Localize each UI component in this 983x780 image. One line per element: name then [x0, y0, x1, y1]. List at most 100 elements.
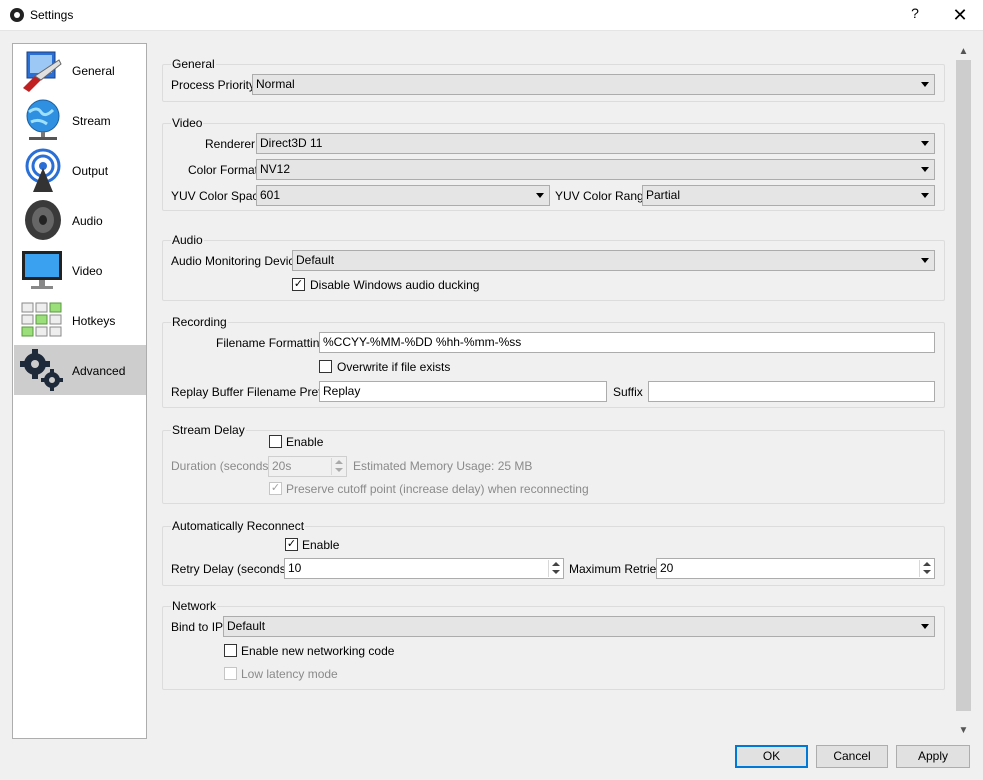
suffix-input[interactable]	[648, 381, 935, 402]
spin-arrows-icon[interactable]	[548, 560, 562, 577]
scroll-down-icon[interactable]: ▼	[955, 722, 972, 739]
overwrite-checkbox[interactable]	[319, 360, 332, 373]
retry-delay-value: 10	[288, 561, 302, 575]
sidebar-item-label: Hotkeys	[72, 314, 116, 328]
replay-prefix-label: Replay Buffer Filename Prefix	[171, 385, 331, 399]
keyboard-icon	[21, 302, 62, 337]
process-priority-value: Normal	[256, 77, 295, 91]
renderer-value: Direct3D 11	[260, 136, 323, 150]
filename-formatting-label: Filename Formatting	[216, 336, 327, 350]
sidebar-item-label: Stream	[72, 114, 111, 128]
sidebar-item-label: Advanced	[72, 364, 126, 378]
monitor-icon	[22, 251, 62, 289]
help-button[interactable]: ?	[905, 5, 925, 25]
yuv-color-range-label: YUV Color Range	[555, 189, 651, 203]
renderer-label: Renderer	[205, 137, 256, 151]
sidebar-item-video[interactable]: Video	[14, 245, 146, 295]
new-networking-checkbox[interactable]	[224, 644, 237, 657]
duration-label: Duration (seconds)	[171, 459, 273, 473]
close-button[interactable]: ✕	[948, 3, 972, 27]
apply-button[interactable]: Apply	[896, 745, 970, 768]
color-format-value: NV12	[260, 162, 291, 176]
low-latency-checkbox[interactable]	[224, 667, 237, 680]
retry-delay-label: Retry Delay (seconds)	[171, 562, 290, 576]
sidebar-item-label: General	[72, 64, 115, 78]
sidebar-item-label: Audio	[72, 214, 103, 228]
cancel-button[interactable]: Cancel	[816, 745, 888, 768]
spin-arrows-icon[interactable]	[331, 458, 345, 475]
chevron-down-icon	[921, 141, 929, 146]
audio-monitoring-select[interactable]: Default	[292, 250, 935, 271]
renderer-select[interactable]: Direct3D 11	[256, 133, 935, 154]
chevron-down-icon	[921, 258, 929, 263]
audio-monitoring-value: Default	[296, 253, 335, 267]
overwrite-label: Overwrite if file exists	[337, 360, 451, 374]
sidebar-item-audio[interactable]: Audio	[14, 195, 146, 245]
spin-arrows-icon[interactable]	[919, 560, 933, 577]
audio-monitoring-label: Audio Monitoring Device	[171, 254, 302, 268]
memory-usage-label: Estimated Memory Usage: 25 MB	[353, 459, 533, 473]
yuv-color-space-value: 601	[260, 188, 281, 202]
bind-ip-select[interactable]: Default	[223, 616, 935, 637]
sidebar-item-advanced[interactable]: Advanced	[14, 345, 146, 395]
max-retries-spinbox[interactable]: 20	[656, 558, 935, 579]
group-title: Audio	[171, 233, 204, 247]
group-title: Stream Delay	[171, 423, 246, 437]
reconnect-enable-label: Enable	[302, 538, 340, 552]
group-title: Video	[171, 116, 204, 130]
max-retries-value: 20	[660, 561, 674, 575]
general-icon	[23, 51, 62, 92]
color-format-select[interactable]: NV12	[256, 159, 935, 180]
group-title: General	[171, 57, 216, 71]
window-title: Settings	[30, 8, 74, 22]
group-title: Recording	[171, 315, 228, 329]
process-priority-select[interactable]: Normal	[252, 74, 935, 95]
globe-icon	[26, 99, 60, 140]
chevron-down-icon	[921, 624, 929, 629]
sidebar-item-general[interactable]: General	[14, 45, 146, 95]
scroll-thumb[interactable]	[956, 60, 971, 711]
replay-prefix-input[interactable]: Replay	[319, 381, 607, 402]
yuv-color-space-label: YUV Color Space	[171, 189, 266, 203]
low-latency-label: Low latency mode	[241, 667, 338, 681]
chevron-down-icon	[921, 167, 929, 172]
duration-spinbox[interactable]: 20s	[268, 456, 347, 477]
bind-ip-value: Default	[227, 619, 266, 633]
settings-sidebar: General Stream Output Audio Video Hotkey…	[12, 43, 147, 739]
stream-delay-enable-label: Enable	[286, 435, 324, 449]
chevron-down-icon	[921, 82, 929, 87]
scroll-up-icon[interactable]: ▲	[955, 43, 972, 60]
retry-delay-spinbox[interactable]: 10	[284, 558, 564, 579]
preserve-cutoff-label: Preserve cutoff point (increase delay) w…	[286, 482, 589, 496]
filename-formatting-input[interactable]: %CCYY-%MM-%DD %hh-%mm-%ss	[319, 332, 935, 353]
reconnect-enable-checkbox[interactable]: ✓	[285, 538, 298, 551]
vertical-scrollbar[interactable]: ▲ ▼	[955, 43, 972, 739]
sidebar-item-hotkeys[interactable]: Hotkeys	[14, 295, 146, 345]
process-priority-label: Process Priority	[171, 78, 256, 92]
yuv-color-range-value: Partial	[646, 188, 681, 202]
suffix-label: Suffix	[613, 385, 643, 399]
title-bar: Settings ? ✕	[0, 0, 983, 31]
max-retries-label: Maximum Retries	[569, 562, 663, 576]
yuv-color-space-select[interactable]: 601	[256, 185, 550, 206]
sidebar-item-output[interactable]: Output	[14, 145, 146, 195]
preserve-cutoff-checkbox[interactable]: ✓	[269, 482, 282, 495]
stream-delay-enable-checkbox[interactable]	[269, 435, 282, 448]
disable-ducking-checkbox[interactable]: ✓	[292, 278, 305, 291]
chevron-down-icon	[921, 193, 929, 198]
bind-ip-label: Bind to IP	[171, 620, 224, 634]
broadcast-icon	[25, 148, 61, 192]
duration-value: 20s	[272, 459, 292, 473]
yuv-color-range-select[interactable]: Partial	[642, 185, 935, 206]
ok-button[interactable]: OK	[735, 745, 808, 768]
sidebar-item-label: Video	[72, 264, 103, 278]
obs-logo-icon	[10, 8, 24, 22]
disable-ducking-label: Disable Windows audio ducking	[310, 278, 480, 292]
chevron-down-icon	[536, 193, 544, 198]
color-format-label: Color Format	[188, 163, 259, 177]
new-networking-label: Enable new networking code	[241, 644, 395, 658]
sidebar-item-stream[interactable]: Stream	[14, 95, 146, 145]
speaker-icon	[25, 200, 61, 240]
sidebar-item-label: Output	[72, 164, 109, 178]
group-title: Network	[171, 599, 218, 613]
